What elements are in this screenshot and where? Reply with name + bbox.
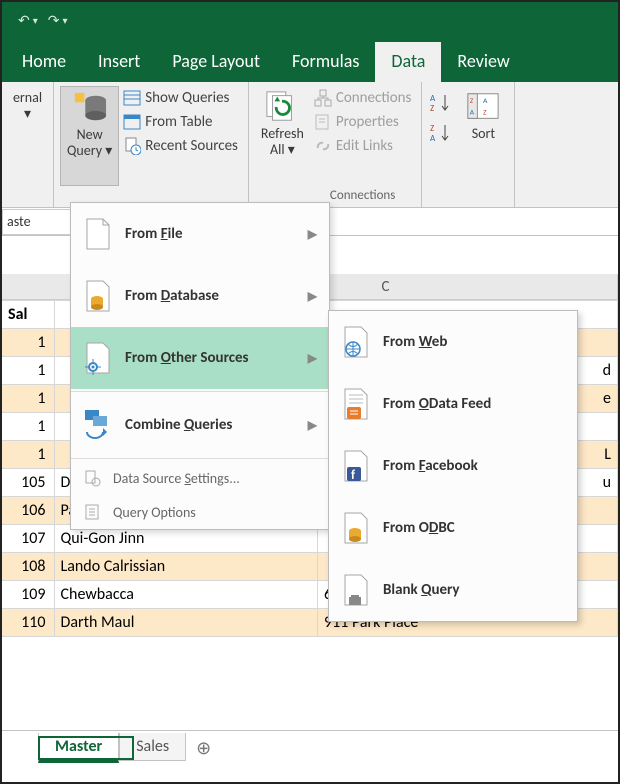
menu-from-other-sources[interactable]: From Other Sources ▶ — [71, 327, 329, 389]
properties-icon — [314, 113, 332, 131]
recent-sources-icon — [123, 137, 141, 155]
other-sources-icon — [83, 341, 113, 375]
tab-data[interactable]: Data — [375, 42, 441, 82]
external-data-button[interactable]: ernal ▾ — [8, 86, 47, 126]
database-icon — [83, 279, 113, 313]
recent-sources-button[interactable]: Recent Sources — [119, 134, 242, 158]
redo-button[interactable]: ↷▾ — [48, 12, 68, 29]
refresh-icon — [263, 90, 301, 124]
menu-from-file[interactable]: From File ▶ — [71, 203, 329, 265]
show-queries-button[interactable]: Show Queries — [119, 86, 242, 110]
options-icon — [83, 503, 101, 521]
odata-icon — [341, 387, 371, 421]
chevron-right-icon: ▶ — [308, 418, 317, 433]
from-table-button[interactable]: From Table — [119, 110, 242, 134]
sort-az-icon[interactable]: AZ — [428, 92, 452, 114]
tab-review[interactable]: Review — [441, 42, 525, 82]
submenu-from-odata[interactable]: From OData Feed — [329, 373, 577, 435]
tab-formulas[interactable]: Formulas — [276, 42, 375, 82]
menu-divider — [71, 458, 329, 459]
tab-home[interactable]: Home — [6, 42, 82, 82]
edit-links-button: Edit Links — [310, 134, 416, 158]
gear-icon — [83, 469, 101, 487]
menu-divider — [71, 391, 329, 392]
sort-icon: ZAAZ — [464, 90, 502, 124]
ribbon: ernal ▾ New Query ▾ Show Queries From Ta… — [2, 82, 618, 208]
svg-text:A: A — [483, 97, 488, 106]
chevron-right-icon: ▶ — [308, 351, 317, 366]
connections-icon — [314, 89, 332, 107]
from-table-icon — [123, 113, 141, 131]
menu-data-source-settings[interactable]: Data Source Settings... — [71, 461, 329, 495]
show-queries-icon — [123, 89, 141, 107]
file-icon — [83, 217, 113, 251]
submenu-blank-query[interactable]: Blank Query — [329, 559, 577, 621]
menu-query-options[interactable]: Query Options — [71, 495, 329, 529]
new-query-menu: From File ▶ From Database ▶ From Other S… — [70, 202, 330, 530]
quick-access-toolbar: ↶▾ ↷▾ — [2, 2, 618, 38]
svg-text:Z: Z — [470, 97, 474, 106]
sort-za-icon[interactable]: ZA — [428, 122, 452, 144]
new-query-icon — [71, 91, 109, 125]
submenu-from-facebook[interactable]: f From Facebook — [329, 435, 577, 497]
svg-text:A: A — [430, 133, 436, 144]
menu-from-database[interactable]: From Database ▶ — [71, 265, 329, 327]
properties-button: Properties — [310, 110, 416, 134]
tab-page-layout[interactable]: Page Layout — [156, 42, 276, 82]
connections-button[interactable]: Connections — [310, 86, 416, 110]
refresh-all-button[interactable]: Refresh All ▾ — [255, 86, 310, 205]
odbc-icon — [341, 511, 371, 545]
new-query-button[interactable]: New Query ▾ — [60, 86, 119, 186]
submenu-from-web[interactable]: From Web — [329, 311, 577, 373]
ribbon-tabs: Home Insert Page Layout Formulas Data Re… — [2, 38, 618, 82]
svg-text:Z: Z — [483, 109, 487, 118]
svg-text:Z: Z — [430, 103, 434, 114]
blank-query-icon — [341, 573, 371, 607]
active-cell-marker — [38, 736, 134, 760]
svg-text:A: A — [470, 109, 475, 118]
add-sheet-button[interactable]: ⊕ — [186, 733, 221, 763]
combine-icon — [83, 408, 113, 442]
undo-button[interactable]: ↶▾ — [18, 12, 38, 29]
submenu-from-odbc[interactable]: From ODBC — [329, 497, 577, 559]
from-other-sources-submenu: From Web From OData Feed f From Facebook… — [328, 310, 578, 622]
chevron-right-icon: ▶ — [308, 227, 317, 242]
sort-button[interactable]: ZAAZ Sort — [458, 86, 508, 146]
edit-links-icon — [314, 137, 332, 155]
menu-combine-queries[interactable]: Combine Queries ▶ — [71, 394, 329, 456]
web-icon — [341, 325, 371, 359]
facebook-icon: f — [341, 449, 371, 483]
chevron-right-icon: ▶ — [308, 289, 317, 304]
tab-insert[interactable]: Insert — [82, 42, 156, 82]
